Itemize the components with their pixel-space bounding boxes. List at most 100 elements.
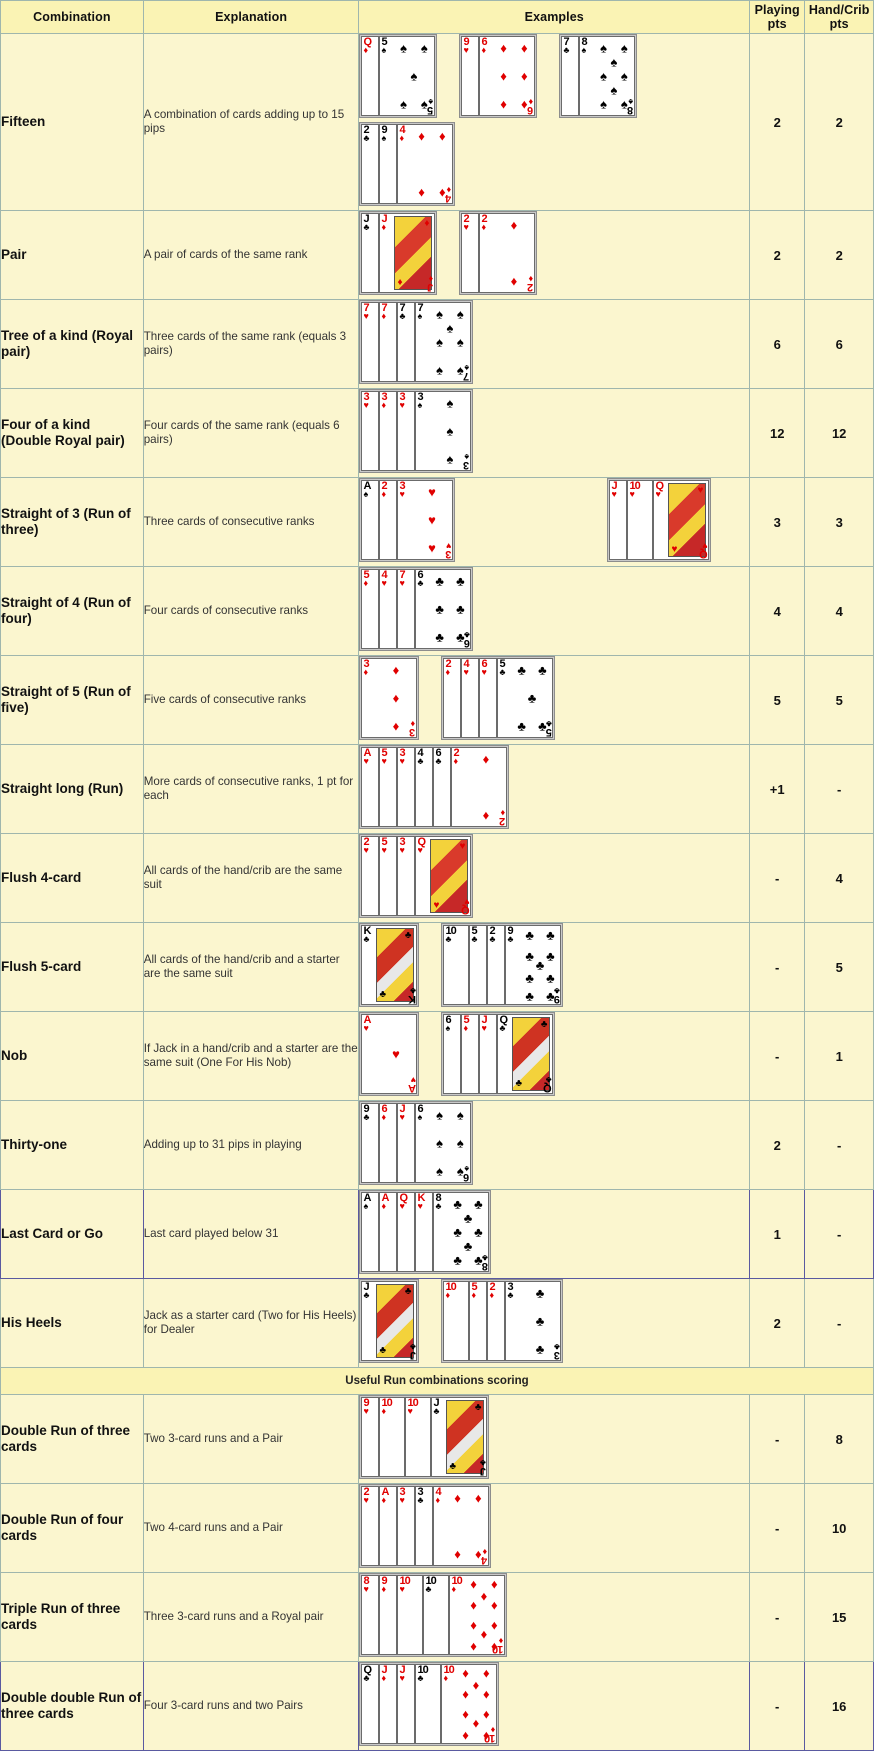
- card-suit-icon: ♣: [363, 1112, 370, 1123]
- card-corner-index: 6 ♦: [381, 1104, 387, 1122]
- card-suit-icon: ♠: [464, 451, 470, 462]
- card-suit-icon: ♥: [399, 400, 405, 411]
- playing-points-value: 3: [749, 477, 806, 567]
- card-corner-index: 9 ♠: [381, 125, 387, 143]
- card-corner-index: A ♠: [363, 481, 371, 499]
- card-pips: ♦ ♦ ♦ ♦ ♦ ♦: [495, 39, 532, 113]
- header-explanation: Explanation: [142, 0, 360, 34]
- card-corner-index: 5 ♦: [463, 1015, 469, 1033]
- card-suit-icon: ♦: [528, 273, 534, 284]
- card-suit-icon: ♣: [399, 311, 406, 322]
- table-body: Fifteen A combination of cards adding up …: [0, 33, 874, 1751]
- card-suit-icon: ♦: [470, 1576, 477, 1592]
- card-corner-index: K ♣: [363, 926, 371, 944]
- card-corner-index: 5 ♣: [471, 926, 477, 944]
- playing-card: 9 ♣ ♣ ♣ ♣ ♣ ♣ ♣ ♣ ♣ ♣ 9 ♣: [505, 925, 562, 1005]
- card-corner-index: 7 ♠: [417, 303, 423, 322]
- card-suit-icon: ♠: [417, 311, 423, 322]
- playing-points-value: -: [749, 1483, 806, 1573]
- table-row: Double Run of four cards Two 4-card runs …: [0, 1483, 874, 1573]
- table-row: Nob If Jack in a hand/crib and a starter …: [0, 1011, 874, 1101]
- card-suit-icon: ♦: [510, 217, 518, 233]
- hand-crib-points-value: 10: [804, 1483, 874, 1573]
- playing-card: 2 ♦ ♦ ♦ 2 ♦: [451, 747, 508, 827]
- card-suit-icon: ♥: [463, 45, 469, 56]
- card-corner-index: J ♥: [399, 1665, 405, 1684]
- header-row: Combination Explanation Examples Playing…: [0, 0, 874, 34]
- card-suit-icon: ♦: [462, 1665, 469, 1681]
- card-corner-index: J ♣: [363, 1282, 369, 1300]
- hand-group: 2 ♥ 5 ♥ 3 ♥ Q ♥ ♥ ♥ Q ♥: [359, 834, 749, 922]
- card-suit-icon: ♣: [404, 1286, 412, 1297]
- combination-explanation: Four cards of the same rank (equals 6 pa…: [142, 388, 360, 478]
- card-suit-icon: ♦: [481, 222, 487, 233]
- card-suit-icon: ♦: [471, 1290, 477, 1301]
- card-suit-icon: ♠: [446, 320, 454, 336]
- combination-explanation: Five cards of consecutive ranks: [142, 655, 360, 745]
- card-suit-icon: ♦: [392, 662, 400, 678]
- card-corner-index: 7 ♥: [399, 570, 405, 588]
- playing-card: 2 ♥: [361, 1486, 380, 1566]
- card-suit-icon: ♣: [507, 934, 514, 945]
- card-suit-icon: ♣: [489, 934, 496, 945]
- hand-group: K ♣ ♣ ♣ K ♣ 10 ♣ 5 ♣ 2 ♣ 9 ♣ ♣ ♣ ♣ ♣ ♣ ♣ ♣ ♣ ♣ 9 ♣: [359, 923, 749, 1011]
- card-suit-icon: ♠: [436, 1107, 444, 1123]
- playing-card: 4 ♦ ♦ ♦ ♦ ♦ 4 ♦: [433, 1486, 490, 1566]
- card-suit-icon: ♦: [521, 68, 528, 84]
- card-suit-icon: ♣: [474, 1402, 482, 1413]
- table-row: Triple Run of three cards Three 3-card ru…: [0, 1572, 874, 1662]
- card-corner-index: J ♦: [381, 1665, 387, 1683]
- combination-name: Last Card or Go: [0, 1189, 144, 1279]
- playing-card: 7 ♥: [397, 569, 416, 649]
- card-suit-icon: ♠: [436, 306, 444, 322]
- card-suit-icon: ♣: [474, 1196, 483, 1212]
- card-suit-icon: ♠: [436, 1163, 444, 1179]
- card-suit-icon: ♠: [610, 82, 618, 98]
- card-suit-icon: ♣: [535, 1285, 545, 1301]
- card-suit-icon: ♦: [418, 184, 425, 200]
- playing-card: 5 ♦: [469, 1281, 488, 1361]
- card-corner-index-bottom: Q ♥: [462, 897, 470, 915]
- card-corner-index: 2 ♦: [381, 481, 387, 499]
- card-suit-icon: ♥: [363, 845, 369, 856]
- card-suit-icon: ♣: [563, 45, 570, 56]
- card-corner-index: 3 ♥: [399, 392, 405, 411]
- playing-card: 3 ♥: [361, 391, 380, 471]
- card-corner-index: J ♥: [399, 1104, 405, 1122]
- card-suit-icon: ♦: [410, 718, 416, 729]
- playing-card: A ♦: [379, 1192, 398, 1272]
- example-hands-cell: Q ♦ 5 ♠ ♠ ♠ ♠ ♠ ♠ 5 ♠ 9 ♥ 6 ♦ ♦ ♦ ♦ ♦ ♦ ♦ 6 ♦ 7 ♣ 8 ♠ ♠ ♠ ♠ ♠ ♠ ♠ ♠ ♠ 8 ♠ 2 ♣ 9…: [358, 33, 751, 211]
- card-pips: ♦ ♦ ♦: [377, 661, 414, 735]
- card-suit-icon: ♠: [436, 334, 444, 350]
- card-suit-icon: ♣: [379, 1345, 387, 1356]
- playing-card: 6 ♦ ♦ ♦ ♦ ♦ ♦ ♦ 6 ♦: [479, 36, 536, 116]
- card-corner-index: 10 ♥: [407, 1398, 418, 1416]
- combination-explanation: Four cards of consecutive ranks: [142, 566, 360, 656]
- playing-card: 5 ♣ ♣ ♣ ♣ ♣ ♣ 5 ♣: [497, 658, 554, 738]
- playing-card: 2 ♦: [487, 1281, 506, 1361]
- example-hands-cell: 3 ♦ ♦ ♦ ♦ 3 ♦ 2 ♦ 4 ♥ 6 ♥ 5 ♣ ♣ ♣ ♣ ♣ ♣ 5 ♣: [358, 655, 751, 745]
- hand-crib-points-value: 2: [804, 33, 874, 211]
- card-hand: 2 ♥ A ♦ 3 ♥ 3 ♣ 4 ♦ ♦ ♦ ♦ ♦ 4 ♦: [359, 1484, 492, 1568]
- card-suit-icon: ♣: [453, 1196, 462, 1212]
- card-suit-icon: ♦: [428, 273, 434, 284]
- card-suit-icon: ♦: [528, 96, 534, 107]
- card-pips: ♣ ♣ ♣: [521, 1284, 558, 1358]
- playing-card: 9 ♥: [361, 1397, 380, 1477]
- hand-group: 9 ♥ 10 ♦ 10 ♥ J ♣ ♣ ♣ J ♣: [359, 1395, 749, 1483]
- combination-name: Flush 5-card: [0, 922, 144, 1012]
- card-suit-icon: ♣: [545, 718, 552, 729]
- card-suit-icon: ♦: [435, 1495, 441, 1506]
- card-corner-index-bottom: 10 ♦: [485, 1725, 495, 1743]
- card-corner-index-bottom: 5 ♣: [546, 719, 552, 737]
- card-suit-icon: ♣: [525, 927, 534, 943]
- card-suit-icon: ♥: [399, 1673, 405, 1684]
- playing-card: 9 ♣: [361, 1103, 380, 1183]
- card-hand: J ♣ ♣ ♣ J ♣: [359, 1279, 420, 1363]
- playing-card: 2 ♣: [487, 925, 506, 1005]
- card-suit-icon: ♥: [671, 544, 678, 555]
- hand-crib-points-value: -: [804, 1100, 874, 1190]
- card-suit-icon: ♣: [417, 578, 424, 589]
- card-suit-icon: ♣: [409, 1341, 416, 1352]
- card-hand: 2 ♣ 9 ♠ 4 ♦ ♦ ♦ ♦ ♦ 4 ♦: [359, 122, 456, 206]
